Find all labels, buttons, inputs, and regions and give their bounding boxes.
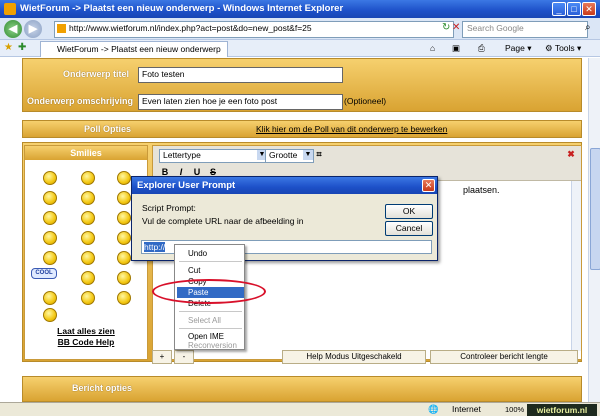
smiley-icon[interactable] <box>43 251 57 265</box>
bbcode-help-link[interactable]: BB Code Help <box>25 337 147 347</box>
menu-separator <box>179 261 242 262</box>
menu-item-reconversion: Reconversion <box>188 341 237 350</box>
title-bar: WietForum -> Plaatst een nieuw onderwerp… <box>0 0 600 18</box>
dialog-message: Vul de complete URL naar de afbeelding i… <box>142 216 304 226</box>
poll-label: Poll Opties <box>84 124 132 134</box>
size-select[interactable]: Grootte ▼ <box>265 149 314 163</box>
smiley-icon[interactable] <box>117 211 131 225</box>
topic-desc-label: Onderwerp omschrijving <box>27 96 134 106</box>
size-select-value: Grootte <box>269 150 298 160</box>
smiley-icon[interactable] <box>43 231 57 245</box>
smiley-icon[interactable] <box>43 191 57 205</box>
smiley-icon[interactable] <box>43 291 57 305</box>
smiley-icon[interactable] <box>81 171 95 185</box>
status-bar: 🌐 Internet 100% wietforum.nl <box>0 402 600 416</box>
smiley-icon[interactable] <box>117 291 131 305</box>
tools-menu-label: Tools <box>554 43 575 53</box>
smilies-panel: Smilies COOL Laat alles zien BB Code Hel… <box>24 145 148 360</box>
smiley-icon[interactable] <box>117 271 131 285</box>
refresh-icon[interactable]: ↻ <box>442 22 450 33</box>
editor-toolbar-fonts: Lettertype ▼ Grootte ▼ ⌗ ✖ <box>153 146 581 165</box>
menu-item-undo[interactable]: Undo <box>177 248 244 259</box>
smiley-icon[interactable] <box>81 191 95 205</box>
smilies-header: Smilies <box>25 146 147 160</box>
forward-button[interactable]: ▶ <box>24 20 42 38</box>
search-input[interactable]: Search Google <box>462 21 588 38</box>
page-menu[interactable]: Page ▾ <box>505 42 532 55</box>
smiley-icon[interactable] <box>43 308 57 322</box>
ok-button[interactable]: OK <box>385 204 433 219</box>
minimize-button[interactable]: _ <box>552 2 566 16</box>
close-button[interactable]: ✕ <box>582 2 596 16</box>
maximize-button[interactable]: □ <box>567 2 581 16</box>
topic-desc-input[interactable]: Even laten zien hoe je een foto post <box>138 94 343 110</box>
page-icon <box>57 24 66 33</box>
dialog-close-button[interactable]: ✕ <box>422 179 435 192</box>
print-icon[interactable]: ⎙ <box>478 42 485 55</box>
topic-title-input[interactable]: Foto testen <box>138 67 343 83</box>
smiley-icon[interactable] <box>81 211 95 225</box>
expand-button[interactable]: + <box>152 350 172 364</box>
smiley-icon[interactable] <box>81 271 95 285</box>
script-prompt-label: Script Prompt: <box>142 203 196 213</box>
color-picker-icon[interactable]: ⌗ <box>313 148 325 160</box>
dialog-title-text: Explorer User Prompt <box>137 180 236 191</box>
smiley-icon[interactable] <box>117 251 131 265</box>
ie-icon <box>4 3 16 15</box>
smiley-icon[interactable] <box>43 211 57 225</box>
font-select[interactable]: Lettertype ▼ <box>159 149 268 163</box>
topic-title-label: Onderwerp titel <box>63 69 130 79</box>
highlight-ring <box>152 279 266 304</box>
tab-current[interactable]: WietForum -> Plaatst een nieuw onderwerp <box>40 41 228 57</box>
menu-item-select-all: Select All <box>188 316 221 325</box>
editor-text: plaatsen. <box>463 185 500 195</box>
cool-smiley-icon[interactable]: COOL <box>31 268 57 279</box>
menu-item-cut[interactable]: Cut <box>177 265 244 276</box>
smiley-icon[interactable] <box>117 191 131 205</box>
message-options-label: Bericht opties <box>72 383 133 393</box>
smiley-icon[interactable] <box>81 251 95 265</box>
font-select-value: Lettertype <box>163 150 201 160</box>
tools-menu[interactable]: ⚙ Tools ▾ <box>545 42 581 55</box>
show-all-smilies-link[interactable]: Laat alles zien <box>25 326 147 336</box>
url-input-selection: http:// <box>144 242 166 252</box>
dialog-title: Explorer User Prompt <box>132 177 437 194</box>
stop-icon[interactable]: ✕ <box>452 22 460 33</box>
check-length-button[interactable]: Controleer bericht lengte <box>430 350 578 364</box>
zone-label: Internet <box>452 404 481 414</box>
add-favorites-icon[interactable]: ✚ <box>18 42 26 53</box>
zoom-level[interactable]: 100% <box>505 403 524 416</box>
menu-separator <box>179 328 242 329</box>
help-mode-button[interactable]: Help Modus Uitgeschakeld <box>282 350 426 364</box>
window-title: WietForum -> Plaatst een nieuw onderwerp… <box>20 3 344 14</box>
smiley-icon[interactable] <box>117 171 131 185</box>
address-url: http://www.wietforum.nl/index.php?act=po… <box>69 23 312 33</box>
address-row: ◀ ▶ http://www.wietforum.nl/index.php?ac… <box>0 18 600 40</box>
smiley-icon[interactable] <box>81 291 95 305</box>
cancel-button[interactable]: Cancel <box>385 221 433 236</box>
smiley-icon[interactable] <box>43 171 57 185</box>
address-field[interactable]: http://www.wietforum.nl/index.php?act=po… <box>54 21 454 38</box>
globe-icon: 🌐 <box>428 404 439 414</box>
favorites-star-icon[interactable]: ★ <box>4 42 13 53</box>
back-button[interactable]: ◀ <box>4 20 22 38</box>
scroll-thumb[interactable] <box>590 148 600 270</box>
editor-close-icon[interactable]: ✖ <box>565 148 577 160</box>
smiley-icon[interactable] <box>81 231 95 245</box>
search-icon[interactable]: ⌕ <box>585 22 591 33</box>
page-scrollbar[interactable] <box>588 58 600 402</box>
smiley-icon[interactable] <box>117 231 131 245</box>
home-icon[interactable]: ⌂ <box>430 42 435 55</box>
site-logo: wietforum.nl <box>527 404 597 416</box>
chevron-down-icon: ▼ <box>303 150 313 160</box>
feeds-icon[interactable]: ▣ <box>452 42 460 55</box>
tab-label: WietForum -> Plaatst een nieuw onderwerp <box>57 44 221 54</box>
shrink-button[interactable]: - <box>174 350 194 364</box>
menu-separator <box>179 311 242 312</box>
optional-label: (Optioneel) <box>344 96 387 106</box>
page-menu-label: Page <box>505 43 525 53</box>
tab-row: ★ ✚ WietForum -> Plaatst een nieuw onder… <box>0 40 600 57</box>
editor-scrollbar[interactable] <box>571 181 581 351</box>
poll-edit-link[interactable]: Klik hier om de Poll van dit onderwerp t… <box>256 124 447 134</box>
